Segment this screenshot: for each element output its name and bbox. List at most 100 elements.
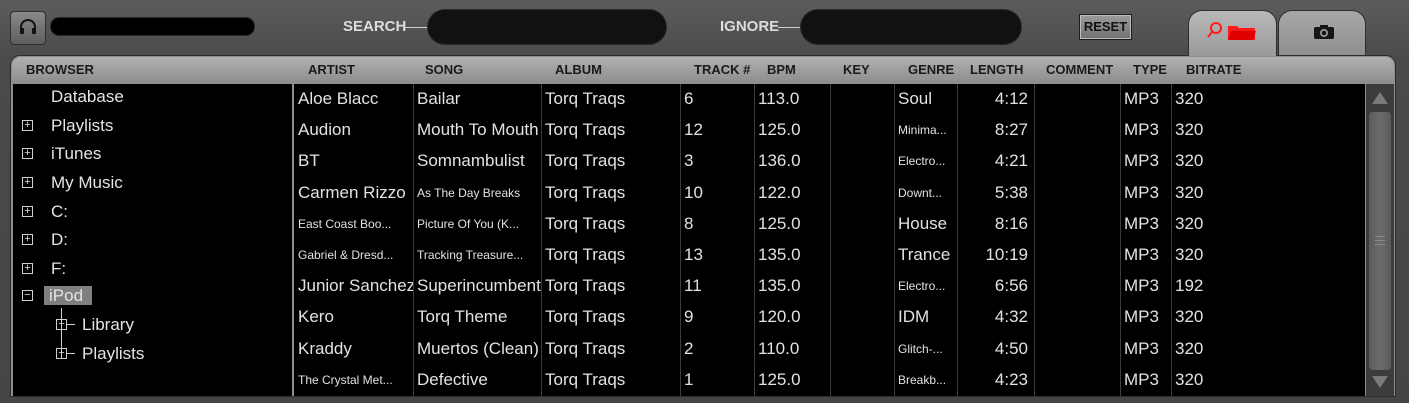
- header-album[interactable]: ALBUM: [555, 62, 602, 77]
- track-title-display: [50, 17, 255, 36]
- ignore-input[interactable]: [800, 9, 1022, 45]
- tree-item-ipod-library[interactable]: + Library: [56, 313, 134, 337]
- headphones-icon: [20, 19, 36, 34]
- tree-item-playlists[interactable]: + Playlists: [22, 114, 113, 138]
- cell-album: Torq Traqs: [545, 182, 626, 202]
- tree-item-my-music[interactable]: + My Music: [22, 171, 123, 195]
- expand-icon[interactable]: +: [22, 148, 33, 159]
- expand-icon[interactable]: +: [22, 263, 33, 274]
- tree-connector: [67, 353, 75, 354]
- tree-item-database[interactable]: Database: [51, 85, 124, 109]
- track-list-scrollbar[interactable]: [1366, 84, 1394, 396]
- cell-genre: House: [898, 213, 948, 233]
- table-row[interactable]: BT Somnambulist Torq Traqs 3 136.0 Electro...…: [294, 146, 1365, 177]
- cell-bitrate: 320: [1175, 213, 1204, 233]
- cell-album: Torq Traqs: [545, 276, 626, 296]
- reset-button[interactable]: RESET: [1079, 14, 1132, 40]
- search-label: SEARCH: [343, 18, 407, 35]
- header-type[interactable]: TYPE: [1133, 62, 1167, 77]
- column-header-bar: BROWSER ARTIST SONG ALBUM TRACK # BPM KE…: [12, 57, 1394, 84]
- cell-artist: BT: [298, 151, 320, 171]
- tab-browser[interactable]: [1188, 10, 1277, 56]
- cell-comment: [1034, 146, 1120, 177]
- header-comment[interactable]: COMMENT: [1046, 62, 1113, 77]
- cell-bitrate: 320: [1175, 369, 1204, 389]
- tree-item-itunes[interactable]: + iTunes: [22, 142, 101, 166]
- headphones-button[interactable]: [10, 11, 46, 45]
- tree-item-drive-c[interactable]: + C:: [22, 200, 68, 224]
- table-row[interactable]: Gabriel & Dresd... Tracking Treasure... To…: [294, 240, 1365, 271]
- cell-length: 4:12: [994, 89, 1028, 108]
- cell-bpm: 125.0: [758, 369, 801, 389]
- cell-genre: Minima...: [898, 123, 947, 138]
- tree-item-drive-f[interactable]: + F:: [22, 257, 66, 281]
- cell-song: Defective: [417, 369, 488, 389]
- table-row[interactable]: The Crystal Met... Defective Torq Traqs 1 12…: [294, 365, 1365, 396]
- tree-item-ipod-playlists[interactable]: + Playlists: [56, 342, 144, 366]
- cell-type: MP3: [1124, 369, 1159, 389]
- cell-length: 6:56: [994, 276, 1028, 296]
- header-track[interactable]: TRACK #: [694, 62, 750, 77]
- cell-comment: [1034, 334, 1120, 365]
- header-browser[interactable]: BROWSER: [26, 62, 94, 77]
- header-genre[interactable]: GENRE: [908, 62, 954, 77]
- scroll-down-arrow-icon[interactable]: [1370, 374, 1390, 390]
- tree-item-drive-d[interactable]: + D:: [22, 228, 68, 252]
- cell-artist: Kero: [298, 307, 334, 327]
- cell-type: MP3: [1124, 151, 1159, 171]
- folder-icon: [1228, 26, 1256, 40]
- cell-bpm: 135.0: [758, 245, 801, 264]
- cell-type: MP3: [1124, 245, 1159, 264]
- cell-album: Torq Traqs: [545, 369, 626, 389]
- table-row[interactable]: Kero Torq Theme Torq Traqs 9 120.0 IDM 4:32 MP3…: [294, 302, 1365, 333]
- search-input[interactable]: [427, 9, 667, 45]
- cell-length: 10:19: [985, 245, 1028, 264]
- cell-key: [830, 115, 894, 146]
- scroll-up-arrow-icon[interactable]: [1370, 90, 1390, 106]
- cell-bpm: 136.0: [758, 151, 801, 171]
- collapse-icon[interactable]: −: [22, 290, 33, 301]
- cell-track: 11: [684, 276, 702, 296]
- expand-icon[interactable]: +: [56, 348, 67, 359]
- table-row[interactable]: Carmen Rizzo As The Day Breaks Torq Traqs 1…: [294, 178, 1365, 209]
- search-icon: [1207, 22, 1222, 38]
- cell-genre: Breakb...: [898, 372, 947, 387]
- cell-length: 8:27: [994, 120, 1028, 140]
- tab-snapshot[interactable]: [1278, 10, 1366, 56]
- cell-bitrate: 320: [1175, 182, 1204, 202]
- expand-icon[interactable]: +: [22, 120, 33, 131]
- table-row[interactable]: Audion Mouth To Mouth Torq Traqs 12 125.0 Min…: [294, 115, 1365, 146]
- header-key[interactable]: KEY: [843, 62, 870, 77]
- header-artist[interactable]: ARTIST: [308, 62, 355, 77]
- header-bpm[interactable]: BPM: [767, 62, 796, 77]
- scrollbar-thumb[interactable]: [1369, 112, 1391, 370]
- cell-key: [830, 302, 894, 333]
- cell-song: Bailar: [417, 89, 461, 108]
- table-row[interactable]: Junior Sanchez Superincumbent Torq Traqs 11…: [294, 271, 1365, 302]
- expand-icon[interactable]: +: [22, 234, 33, 245]
- table-row[interactable]: Kraddy Muertos (Clean) Torq Traqs 2 110.0 Gli…: [294, 334, 1365, 365]
- cell-track: 3: [684, 151, 694, 171]
- tree-item-ipod[interactable]: − iPod: [22, 284, 93, 308]
- cell-key: [830, 84, 894, 115]
- cell-genre: Electro...: [898, 279, 946, 294]
- cell-length: 4:23: [994, 369, 1028, 389]
- cell-genre: Soul: [898, 89, 933, 108]
- header-song[interactable]: SONG: [425, 62, 463, 77]
- header-length[interactable]: LENGTH: [970, 62, 1023, 77]
- table-row[interactable]: East Coast Boo... Picture Of You (K... Tor…: [294, 209, 1365, 240]
- expand-icon[interactable]: +: [22, 177, 33, 188]
- ignore-label: IGNORE: [720, 18, 780, 35]
- table-row[interactable]: Aloe Blacc Bailar Torq Traqs 6 113.0 Soul 4:12…: [294, 84, 1365, 115]
- cell-length: 4:50: [994, 338, 1028, 358]
- header-bitrate[interactable]: BITRATE: [1186, 62, 1241, 77]
- camera-icon: [1314, 25, 1334, 39]
- cell-song: Superincumbent: [417, 276, 541, 296]
- cell-artist: Audion: [298, 120, 351, 140]
- cell-song: As The Day Breaks: [417, 185, 521, 200]
- expand-icon[interactable]: +: [56, 319, 67, 330]
- expand-icon[interactable]: +: [22, 206, 33, 217]
- cell-artist: The Crystal Met...: [298, 372, 393, 387]
- cell-genre: Glitch-...: [898, 341, 943, 356]
- cell-type: MP3: [1124, 307, 1159, 327]
